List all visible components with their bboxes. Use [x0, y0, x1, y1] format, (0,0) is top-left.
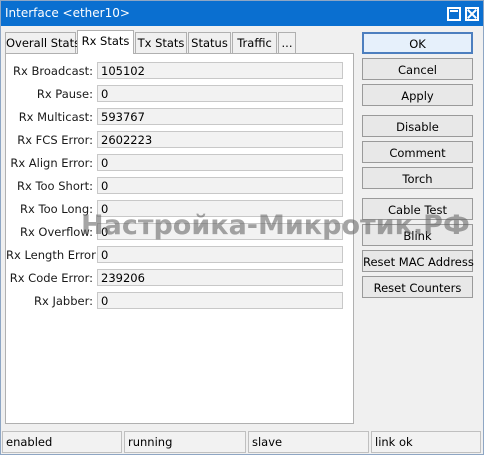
field-row: Rx Multicast: 593767	[6, 108, 355, 126]
cable-test-button[interactable]: Cable Test	[362, 198, 473, 220]
reset-mac-address-button[interactable]: Reset MAC Address	[362, 250, 474, 272]
rx-too-long-field[interactable]: 0	[97, 200, 343, 217]
field-label: Rx Broadcast:	[13, 64, 93, 78]
rx-jabber-field[interactable]: 0	[97, 292, 343, 309]
rx-overflow-field[interactable]: 0	[97, 223, 343, 240]
tab-more[interactable]: ...	[278, 32, 296, 53]
ok-button[interactable]: OK	[362, 32, 473, 54]
rx-broadcast-field[interactable]: 105102	[97, 62, 343, 79]
field-label: Rx Code Error:	[9, 271, 93, 285]
rx-multicast-field[interactable]: 593767	[97, 108, 343, 125]
tab-status[interactable]: Status	[188, 32, 231, 53]
title-bar[interactable]: Interface <ether10>	[1, 1, 483, 26]
field-label: Rx Jabber:	[34, 294, 93, 308]
disable-button[interactable]: Disable	[362, 115, 473, 137]
torch-button[interactable]: Torch	[362, 167, 473, 189]
cancel-button[interactable]: Cancel	[362, 58, 473, 80]
rx-pause-field[interactable]: 0	[97, 85, 343, 102]
field-label: Rx FCS Error:	[17, 133, 93, 147]
field-row: Rx Jabber: 0	[6, 292, 355, 310]
interface-window: Interface <ether10> Overall Stats Rx Sta…	[0, 0, 484, 455]
blink-button[interactable]: Blink	[362, 224, 473, 246]
tab-overall-stats[interactable]: Overall Stats	[5, 32, 80, 53]
field-row: Rx Align Error: 0	[6, 154, 355, 172]
status-bar: enabled running slave link ok	[1, 431, 483, 454]
field-label: Rx Too Short:	[17, 179, 93, 193]
comment-button[interactable]: Comment	[362, 141, 473, 163]
field-row: Rx Too Long: 0	[6, 200, 355, 218]
rx-too-short-field[interactable]: 0	[97, 177, 343, 194]
close-icon[interactable]	[465, 7, 479, 21]
field-label: Rx Pause:	[36, 87, 93, 101]
status-link: link ok	[371, 431, 481, 453]
tab-tx-stats[interactable]: Tx Stats	[135, 32, 187, 53]
status-running: running	[124, 431, 246, 453]
field-row: Rx Pause: 0	[6, 85, 355, 103]
field-row: Rx Overflow: 0	[6, 223, 355, 241]
field-label: Rx Multicast:	[18, 110, 93, 124]
maximize-icon[interactable]	[447, 7, 461, 21]
field-row: Rx Broadcast: 105102	[6, 62, 355, 80]
tab-rx-stats[interactable]: Rx Stats	[77, 30, 134, 54]
apply-button[interactable]: Apply	[362, 84, 473, 106]
status-enabled: enabled	[2, 431, 122, 453]
field-label: Rx Length Error:	[6, 248, 100, 262]
rx-code-error-field[interactable]: 239206	[97, 269, 343, 286]
field-label: Rx Overflow:	[19, 225, 93, 239]
field-label: Rx Too Long:	[20, 202, 93, 216]
rx-length-error-field[interactable]: 0	[97, 246, 343, 263]
rx-align-error-field[interactable]: 0	[97, 154, 343, 171]
field-row: Rx Code Error: 239206	[6, 269, 355, 287]
field-row: Rx FCS Error: 2602223	[6, 131, 355, 149]
field-label: Rx Align Error:	[10, 156, 93, 170]
status-slave: slave	[248, 431, 369, 453]
window-title: Interface <ether10>	[5, 6, 130, 20]
field-row: Rx Too Short: 0	[6, 177, 355, 195]
field-row: Rx Length Error: 0	[6, 246, 355, 264]
rx-stats-panel: Rx Broadcast: 105102 Rx Pause: 0 Rx Mult…	[5, 53, 354, 424]
tab-traffic[interactable]: Traffic	[232, 32, 277, 53]
rx-fcs-error-field[interactable]: 2602223	[97, 131, 343, 148]
reset-counters-button[interactable]: Reset Counters	[362, 276, 473, 298]
